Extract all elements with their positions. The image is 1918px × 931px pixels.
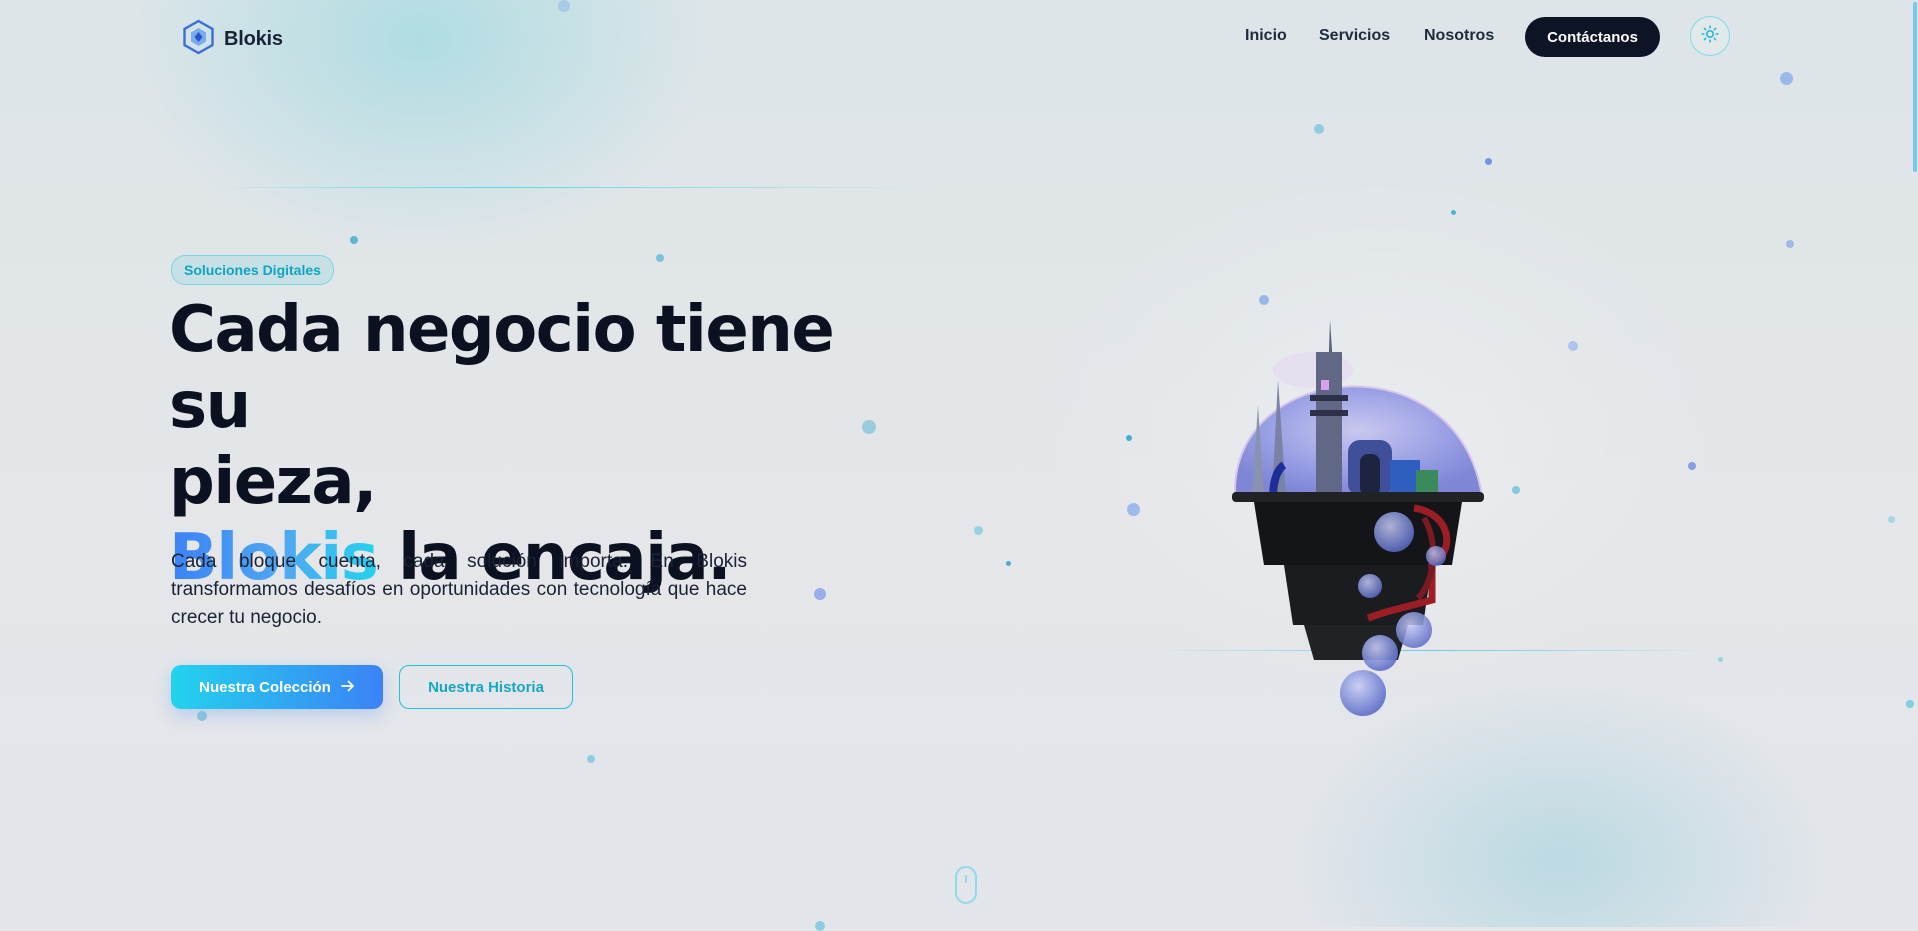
particle [1006, 561, 1011, 566]
sun-icon [1701, 24, 1719, 48]
brand-logo[interactable]: Blokis [182, 19, 283, 60]
particle [862, 420, 876, 434]
scrollbar-thumb[interactable] [1913, 2, 1917, 172]
contact-button[interactable]: Contáctanos [1525, 17, 1660, 57]
headline-line-1: Cada negocio tiene su [169, 293, 835, 443]
particle [656, 254, 664, 262]
mouse-icon[interactable] [955, 866, 977, 904]
brand-name: Blokis [224, 28, 283, 50]
decorative-line [210, 187, 930, 188]
page-scrollbar[interactable] [1912, 0, 1918, 927]
particle [974, 526, 983, 535]
collection-button-label: Nuestra Colección [199, 678, 331, 696]
headline-line-2: pieza, [169, 445, 377, 519]
hero-badge: Soluciones Digitales [171, 255, 334, 285]
hero-globe-illustration [1218, 300, 1518, 720]
collection-button[interactable]: Nuestra Colección [171, 665, 383, 709]
arrow-right-icon [340, 679, 355, 696]
particle [197, 711, 207, 721]
nav-link-servicios[interactable]: Servicios [1319, 27, 1390, 45]
particle [1485, 158, 1492, 165]
particle [815, 921, 825, 931]
top-navbar: Blokis Inicio Servicios Nosotros Contáct… [0, 0, 1918, 74]
particle [1888, 516, 1895, 523]
history-button[interactable]: Nuestra Historia [399, 665, 573, 709]
hexagon-cube-icon [182, 19, 215, 60]
particle [587, 755, 595, 763]
particle [1786, 240, 1794, 248]
particle [1568, 341, 1578, 351]
theme-toggle-button[interactable] [1690, 16, 1730, 56]
particle [1314, 124, 1324, 134]
particle [1126, 435, 1132, 441]
particle [1451, 210, 1456, 215]
particle [1688, 462, 1696, 470]
nav-link-nosotros[interactable]: Nosotros [1424, 27, 1494, 45]
nav-link-inicio[interactable]: Inicio [1245, 27, 1287, 45]
particle [1718, 657, 1723, 662]
hero-description: Cada bloque cuenta, cada solución import… [171, 551, 747, 628]
particle [350, 236, 358, 244]
particle [1127, 503, 1140, 516]
particle [814, 588, 826, 600]
